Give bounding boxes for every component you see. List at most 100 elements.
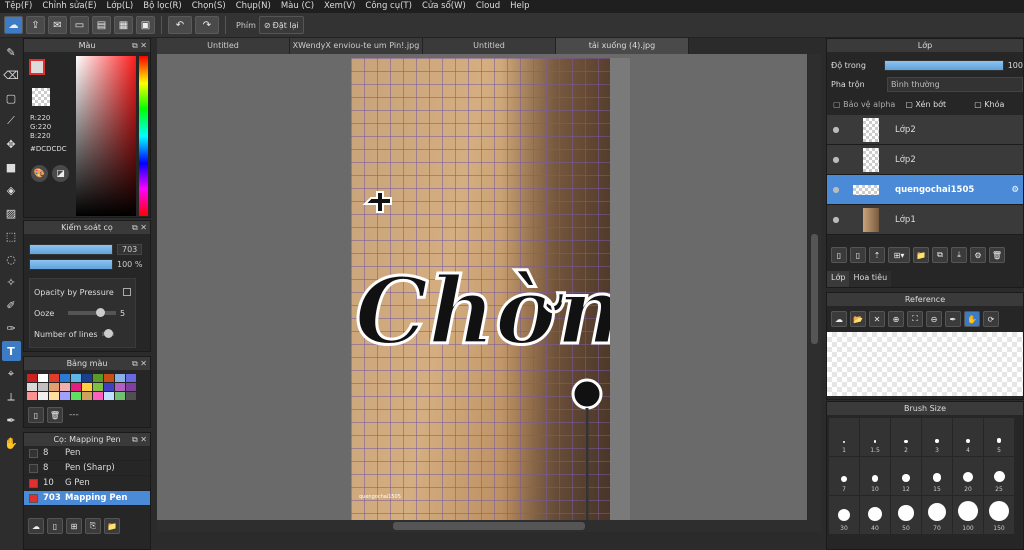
move-icon[interactable]: ✥ [2, 134, 21, 154]
panel-close-icon[interactable]: ⧉ ✕ [132, 357, 147, 370]
lasso-icon[interactable]: ◌ [2, 249, 21, 269]
brush-size-cell[interactable]: 40 [860, 496, 890, 534]
shape-icon[interactable]: ▢ [2, 88, 21, 108]
brush-size-cell[interactable]: 15 [922, 457, 952, 495]
cloud-icon[interactable]: ☁ [4, 16, 23, 34]
palette-swatch[interactable] [104, 374, 114, 382]
palette-swatch[interactable] [104, 392, 114, 400]
undo-button[interactable]: ↶ [168, 16, 192, 34]
palette-swatch[interactable] [82, 392, 92, 400]
clip-checkbox[interactable]: ▢ Xén bớt [905, 100, 946, 109]
menu-item[interactable]: Màu (C) [276, 0, 319, 13]
palette-swatch[interactable] [93, 383, 103, 391]
ooze-slider[interactable] [68, 308, 116, 317]
ref-rotate-icon[interactable]: ⟳ [983, 311, 999, 327]
horizontal-scroll-thumb[interactable] [393, 522, 585, 530]
ref-open-icon[interactable]: 📂 [850, 311, 866, 327]
layer-opacity-slider[interactable] [884, 59, 1004, 71]
canvas-area[interactable]: Chờm quengochai1505 [157, 54, 807, 520]
blend-select[interactable]: Bình thường [887, 76, 1023, 92]
panel-close-icon[interactable]: ⧉ ✕ [132, 39, 147, 52]
tab-wendy-pin[interactable]: XWendyX enviou-te um Pin!.jpg [290, 38, 423, 54]
brush-size-cell[interactable]: 2 [891, 418, 921, 456]
brush-list-item[interactable]: 8 Pen [24, 446, 150, 461]
brush-size-cell[interactable]: 7 [829, 457, 859, 495]
trash-icon[interactable]: 🗑 [47, 407, 63, 423]
brush-size-cell[interactable]: 1 [829, 418, 859, 456]
palette-swatch[interactable] [71, 392, 81, 400]
menu-item[interactable]: Cloud [471, 0, 505, 13]
cloud-brush-icon[interactable]: ☁ [28, 518, 44, 534]
horizontal-scrollbar[interactable] [157, 520, 821, 532]
document-icon[interactable]: ▤ [92, 16, 111, 34]
speech-icon[interactable]: ▭ [70, 16, 89, 34]
palette-swatch[interactable] [115, 383, 125, 391]
brush-list-item[interactable]: 8 Pen (Sharp) [24, 461, 150, 476]
menu-item[interactable]: Cửa sổ(W) [417, 0, 471, 13]
export-icon[interactable]: ⇪ [26, 16, 45, 34]
brush-list-item[interactable]: 703 Mapping Pen [24, 491, 150, 506]
palette-icon[interactable]: 🎨 [31, 165, 48, 182]
ooze-slider-knob[interactable] [96, 308, 105, 317]
zoom-out-icon[interactable]: ⊖ [926, 311, 942, 327]
eye-icon[interactable]: ● [827, 215, 845, 224]
brush-icon[interactable]: ✎ [2, 42, 21, 62]
eraser-icon[interactable]: ⌫ [2, 65, 21, 85]
menu-item[interactable]: Bộ lọc(R) [138, 0, 187, 13]
new-brush-icon[interactable]: ▯ [47, 518, 63, 534]
palette-swatch[interactable] [60, 392, 70, 400]
ref-eyedropper-icon[interactable]: ✒ [945, 311, 961, 327]
tab-layer[interactable]: Lớp [827, 271, 850, 287]
brush-size-cell[interactable]: 50 [891, 496, 921, 534]
layer-up-icon[interactable]: ⇡ [869, 247, 885, 263]
duplicate-layer-icon[interactable]: ⧉ [932, 247, 948, 263]
palette-swatch[interactable] [115, 392, 125, 400]
palette-swatch[interactable] [38, 383, 48, 391]
vertical-scroll-thumb[interactable] [811, 234, 818, 344]
comment-icon[interactable]: ✉ [48, 16, 67, 34]
eyedropper-icon[interactable]: ✒ [2, 410, 21, 430]
brush-size-cell[interactable]: 10 [860, 457, 890, 495]
layer-row[interactable]: ● quengochai1505 ⚙ [827, 175, 1023, 205]
brush-size-cell[interactable]: 5 [984, 418, 1014, 456]
hand-icon[interactable]: ✋ [2, 433, 21, 453]
brush-list-item[interactable]: 10 G Pen [24, 476, 150, 491]
palette-swatch[interactable] [49, 392, 59, 400]
menu-item[interactable]: Công cụ(T) [360, 0, 417, 13]
gradient-icon[interactable]: ▨ [2, 203, 21, 223]
palette-swatch[interactable] [60, 374, 70, 382]
zoom-in-icon[interactable]: ⊕ [888, 311, 904, 327]
menu-item[interactable]: Xem(V) [319, 0, 360, 13]
palette-swatch[interactable] [71, 374, 81, 382]
brush-size-cell[interactable]: 1.5 [860, 418, 890, 456]
select-pen-icon[interactable]: ✐ [2, 295, 21, 315]
layer-folder-icon[interactable]: 📁 [913, 247, 929, 263]
palette-swatch[interactable] [27, 392, 37, 400]
divide-icon[interactable]: ⟂ [2, 387, 21, 407]
brush-size-cell[interactable]: 150 [984, 496, 1014, 534]
lock-checkbox[interactable]: ▢ Khóa [974, 100, 1004, 109]
palette-swatch[interactable] [27, 374, 37, 382]
palette-swatch[interactable] [38, 392, 48, 400]
palette-swatch[interactable] [49, 383, 59, 391]
menu-item[interactable]: Chỉnh sửa(E) [37, 0, 101, 13]
opacity-slider[interactable] [29, 259, 113, 270]
palette-swatch[interactable] [93, 374, 103, 382]
ref-close-icon[interactable]: ✕ [869, 311, 885, 327]
size-slider[interactable] [29, 244, 113, 255]
text-icon[interactable]: T [1, 341, 21, 361]
panel-close-icon[interactable]: ⧉ ✕ [132, 221, 147, 234]
brush-size-cell[interactable]: 30 [829, 496, 859, 534]
operation-icon[interactable]: ⌖ [2, 364, 21, 384]
brush-size-cell[interactable]: 70 [922, 496, 952, 534]
palette-swatch[interactable] [126, 392, 136, 400]
add-brush-icon[interactable]: ⊞ [66, 518, 82, 534]
tab-untitled-2[interactable]: Untitled [423, 38, 556, 54]
brush-size-cell[interactable]: 25 [984, 457, 1014, 495]
palette-swatch[interactable] [71, 383, 81, 391]
bucket-icon[interactable]: ◈ [2, 180, 21, 200]
layer-row[interactable]: ● Lớp1 [827, 205, 1023, 235]
tab-navigator[interactable]: Hoa tiêu [849, 271, 892, 287]
delete-layer-icon[interactable]: 🗑 [989, 247, 1005, 263]
palette-swatch[interactable] [115, 374, 125, 382]
